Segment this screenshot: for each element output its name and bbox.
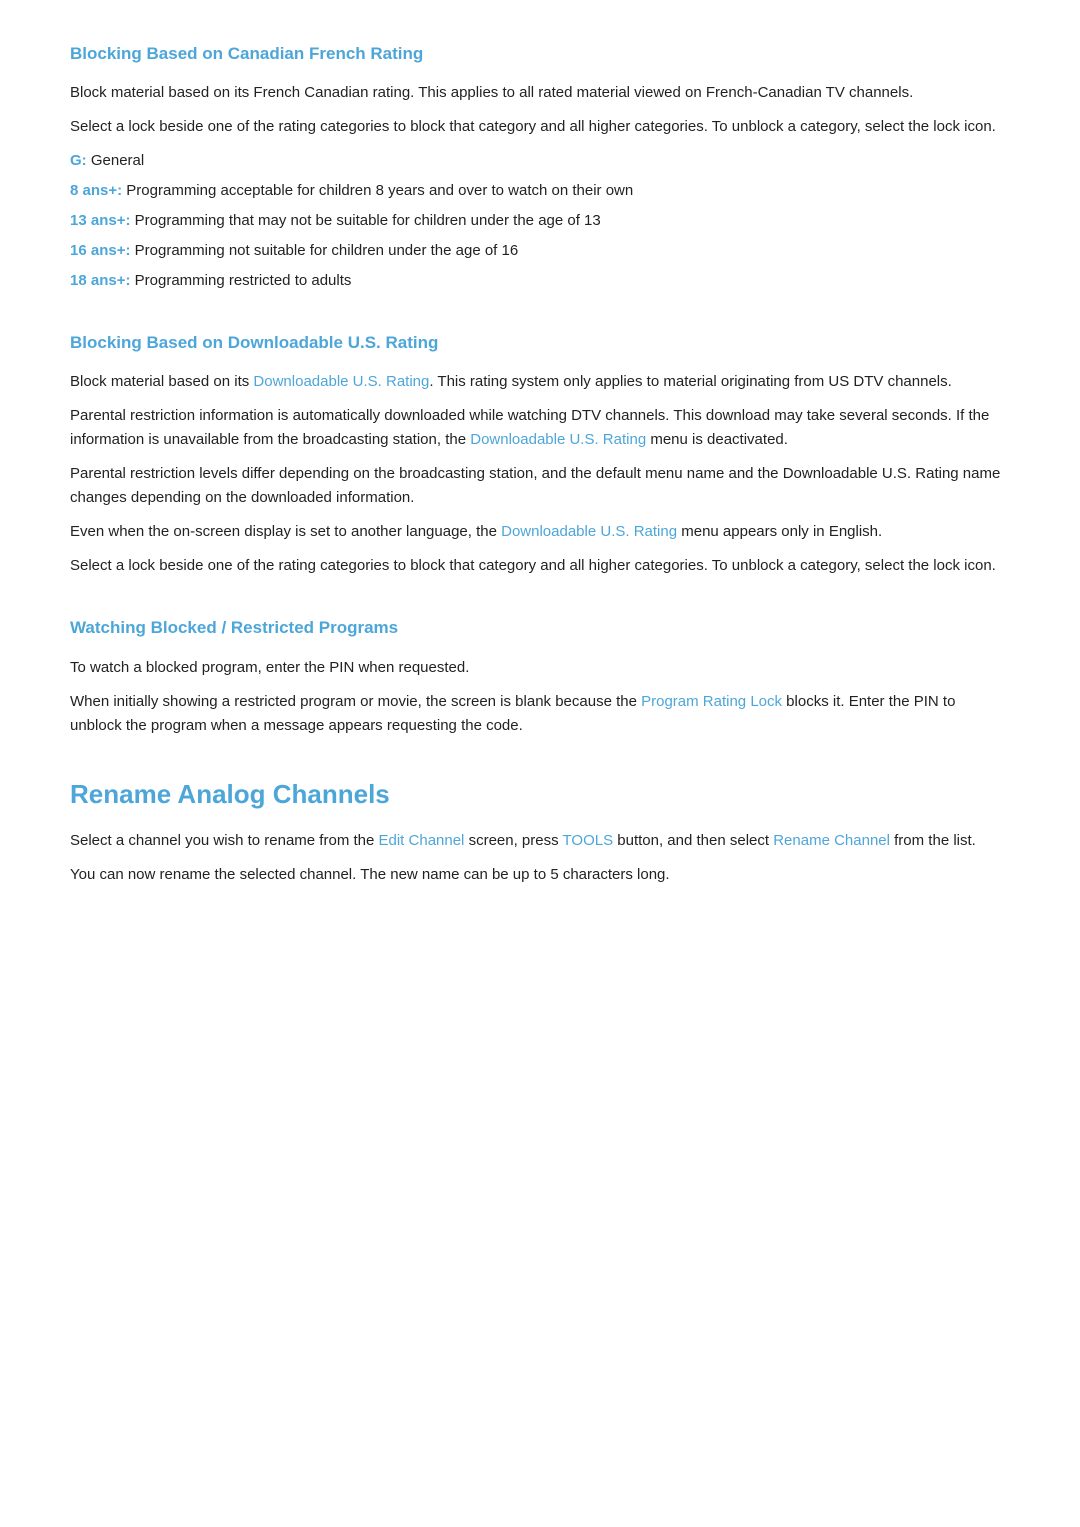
rating-desc-16ans: Programming not suitable for children un…	[135, 242, 519, 259]
section-canadian-french-rating: Blocking Based on Canadian French Rating…	[70, 40, 1010, 293]
downloadable-us-para4: Even when the on-screen display is set t…	[70, 520, 1010, 544]
downloadable-us-para1: Block material based on its Downloadable…	[70, 370, 1010, 394]
edit-channel-link: Edit Channel	[379, 832, 465, 849]
watching-blocked-para1: To watch a blocked program, enter the PI…	[70, 656, 1010, 680]
rating-label-16ans: 16 ans+:	[70, 242, 130, 259]
downloadable-us-para2: Parental restriction information is auto…	[70, 404, 1010, 452]
downloadable-us-para2-after: menu is deactivated.	[646, 431, 788, 448]
rename-analog-para1-after: from the list.	[890, 832, 976, 849]
downloadable-us-para5: Select a lock beside one of the rating c…	[70, 554, 1010, 578]
rating-item-16ans: 16 ans+: Programming not suitable for ch…	[70, 239, 1010, 263]
rating-item-18ans: 18 ans+: Programming restricted to adult…	[70, 269, 1010, 293]
section-rename-analog-channels: Rename Analog Channels Select a channel …	[70, 774, 1010, 888]
rating-label-g: G:	[70, 152, 87, 169]
section-title-downloadable-us: Blocking Based on Downloadable U.S. Rati…	[70, 329, 1010, 356]
downloadable-us-link2: Downloadable U.S. Rating	[470, 431, 646, 448]
rating-desc-13ans: Programming that may not be suitable for…	[135, 212, 601, 229]
watching-blocked-para2-before: When initially showing a restricted prog…	[70, 693, 641, 710]
section-title-canadian-french: Blocking Based on Canadian French Rating	[70, 40, 1010, 67]
rename-channel-link: Rename Channel	[773, 832, 890, 849]
rating-item-13ans: 13 ans+: Programming that may not be sui…	[70, 209, 1010, 233]
rating-item-8ans: 8 ans+: Programming acceptable for child…	[70, 179, 1010, 203]
rename-analog-para1: Select a channel you wish to rename from…	[70, 829, 1010, 853]
program-rating-lock-link: Program Rating Lock	[641, 693, 782, 710]
rating-label-18ans: 18 ans+:	[70, 272, 130, 289]
rename-analog-para1-middle: screen, press	[464, 832, 562, 849]
downloadable-us-para1-after: . This rating system only applies to mat…	[429, 373, 951, 390]
rename-analog-para2: You can now rename the selected channel.…	[70, 863, 1010, 887]
rename-analog-para1-middle2: button, and then select	[613, 832, 773, 849]
section-watching-blocked: Watching Blocked / Restricted Programs T…	[70, 614, 1010, 737]
section-downloadable-us-rating: Blocking Based on Downloadable U.S. Rati…	[70, 329, 1010, 578]
downloadable-us-para4-before: Even when the on-screen display is set t…	[70, 523, 501, 540]
downloadable-us-para1-before: Block material based on its	[70, 373, 253, 390]
canadian-french-para1: Block material based on its French Canad…	[70, 81, 1010, 105]
tools-link: TOOLS	[563, 832, 614, 849]
rating-label-8ans: 8 ans+:	[70, 182, 122, 199]
canadian-french-para2: Select a lock beside one of the rating c…	[70, 115, 1010, 139]
rating-desc-8ans: Programming acceptable for children 8 ye…	[126, 182, 633, 199]
downloadable-us-link1: Downloadable U.S. Rating	[253, 373, 429, 390]
rating-item-g: G: General	[70, 149, 1010, 173]
section-title-watching-blocked: Watching Blocked / Restricted Programs	[70, 614, 1010, 641]
section-title-rename-analog: Rename Analog Channels	[70, 774, 1010, 816]
rating-desc-g: General	[91, 152, 144, 169]
rating-label-13ans: 13 ans+:	[70, 212, 130, 229]
rating-desc-18ans: Programming restricted to adults	[135, 272, 352, 289]
downloadable-us-para4-after: menu appears only in English.	[677, 523, 882, 540]
rename-analog-para1-before: Select a channel you wish to rename from…	[70, 832, 379, 849]
downloadable-us-link3: Downloadable U.S. Rating	[501, 523, 677, 540]
downloadable-us-para3: Parental restriction levels differ depen…	[70, 462, 1010, 510]
watching-blocked-para2: When initially showing a restricted prog…	[70, 690, 1010, 738]
rating-list-canadian: G: General 8 ans+: Programming acceptabl…	[70, 149, 1010, 293]
